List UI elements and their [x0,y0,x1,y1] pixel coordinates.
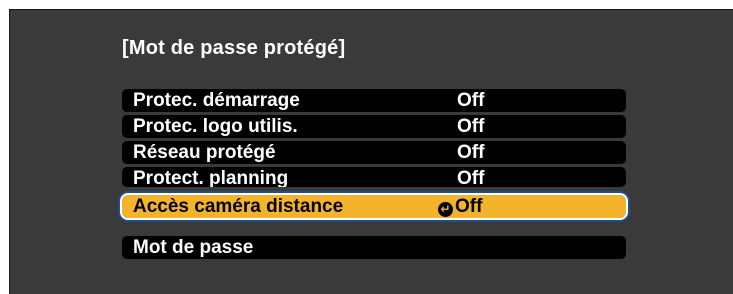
menu-item-schedule-protection[interactable]: Protect. planning Off [122,167,626,187]
menu-item-user-logo-protection[interactable]: Protec. logo utilis. Off [122,115,626,138]
menu-item-label: Protec. démarrage [133,90,300,111]
menu-item-value: Off [457,90,485,111]
menu-item-network-protection[interactable]: Réseau protégé Off [122,141,626,164]
menu-title: [Mot de passe protégé] [122,37,346,59]
menu-item-value: Off [455,196,483,217]
menu-item-startup-protection[interactable]: Protec. démarrage Off [122,89,626,112]
enter-icon: ↵ [438,202,453,217]
menu-item-remote-camera-access[interactable]: Accès caméra distance ↵ Off [120,193,628,220]
menu-item-value: Off [457,168,485,187]
menu-item-label: Réseau protégé [133,142,276,163]
projector-menu-screen: [Mot de passe protégé] Protec. démarrage… [9,9,733,294]
menu-item-label: Protect. planning [133,168,289,187]
menu-item-value: Off [457,142,485,163]
menu-item-label: Mot de passe [133,237,254,258]
menu-item-value: Off [457,116,485,137]
menu-separator [122,228,626,236]
menu-item-value-wrapper: ↵ Off [438,195,482,218]
menu-list: Protec. démarrage Off Protec. logo utili… [120,89,628,262]
menu-item-label: Protec. logo utilis. [133,116,298,137]
menu-item-password[interactable]: Mot de passe [122,236,626,259]
menu-item-label: Accès caméra distance [133,196,344,217]
